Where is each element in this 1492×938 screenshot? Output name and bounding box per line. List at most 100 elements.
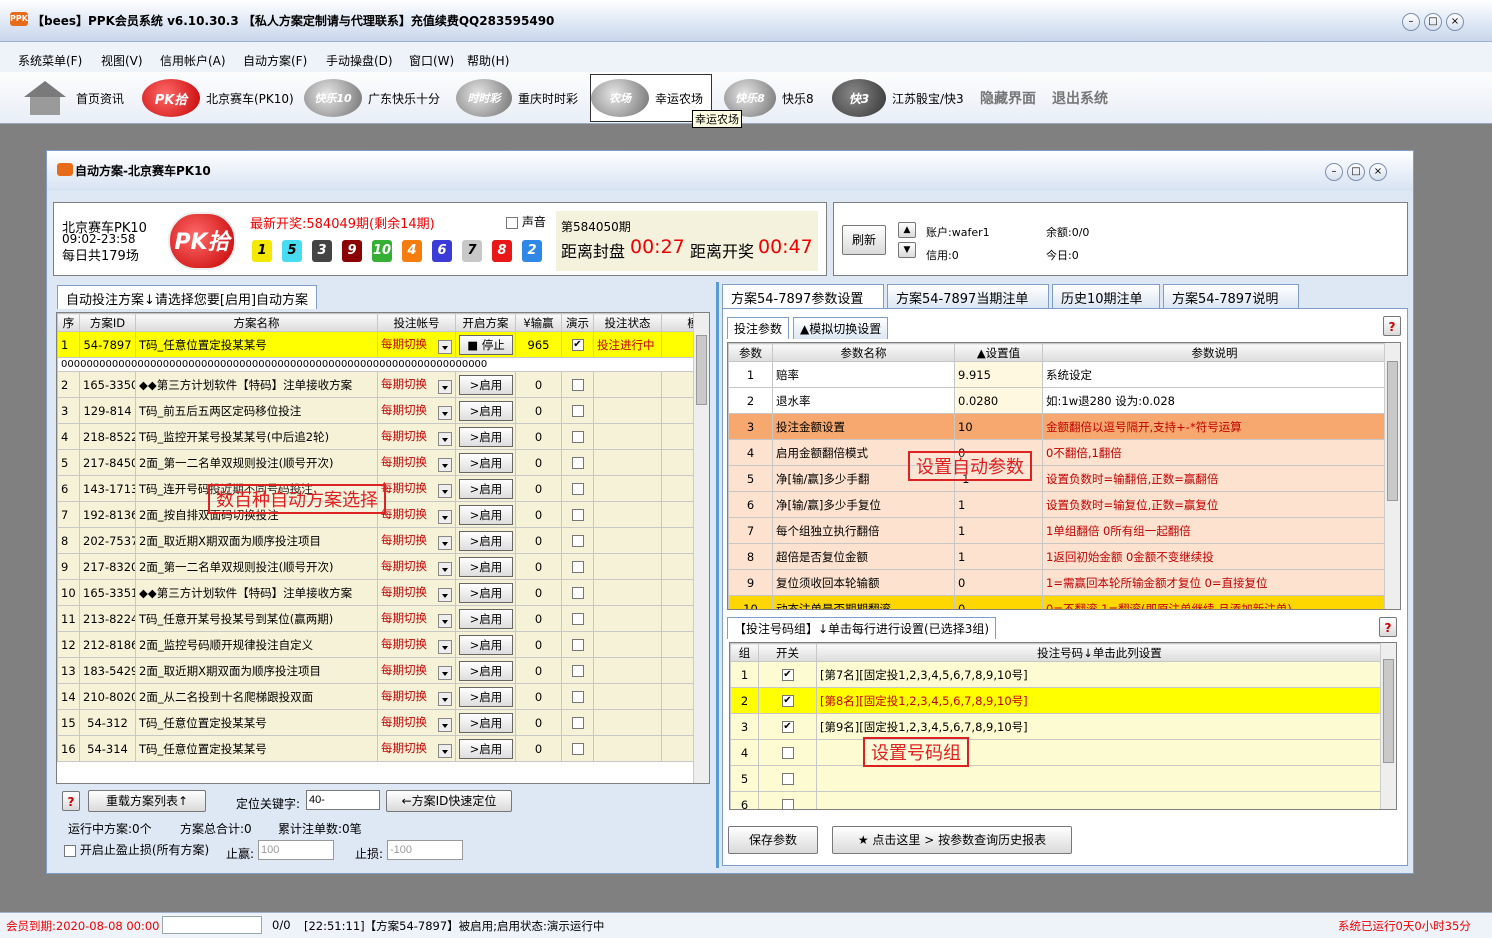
plan-demo-checkbox[interactable] — [561, 397, 594, 424]
table-row[interactable]: 1 ✔ [第7名][固定投1,2,3,4,5,6,7,8,9,10号] — [730, 661, 1383, 688]
enable-plan-button[interactable]: >启用 — [459, 452, 513, 473]
plan-account-select[interactable]: 每期切换 — [377, 423, 456, 450]
table-row[interactable]: 13 183-5429 2面_取近期X期双面为顺序投注项目 每期切换 >启用 0 — [57, 657, 709, 684]
child-minimize-icon[interactable]: – — [1325, 163, 1343, 181]
param-value[interactable]: 1 — [954, 543, 1043, 570]
reload-plans-button[interactable]: 重载方案列表↑ — [88, 790, 206, 812]
stop-loss-checkbox[interactable]: 开启止盈止损(所有方案) — [64, 841, 209, 858]
toolbar-home[interactable]: 首页资讯 — [20, 74, 124, 122]
table-row[interactable]: 8 202-7537 2面_取近期X期双面为顺序投注项目 每期切换 >启用 0 — [57, 527, 709, 554]
plan-account-select[interactable]: 每期切换 — [377, 631, 456, 658]
checkbox-icon[interactable] — [781, 747, 794, 759]
checkbox-icon[interactable] — [571, 379, 584, 391]
plan-header[interactable]: 序 — [57, 313, 80, 332]
plan-demo-checkbox[interactable] — [561, 683, 594, 710]
enable-plan-button[interactable]: >启用 — [459, 738, 513, 759]
group-header[interactable]: 投注号码↓单击此列设置 — [816, 643, 1383, 662]
plan-header[interactable]: 演示 — [561, 313, 594, 332]
close-icon[interactable]: × — [1446, 13, 1464, 31]
splitter[interactable] — [716, 282, 719, 868]
minimize-icon[interactable]: – — [1402, 13, 1420, 31]
checkbox-icon[interactable] — [571, 691, 584, 703]
plan-account-select[interactable]: 每期切换 — [377, 449, 456, 476]
param-header[interactable]: 参数 — [728, 343, 773, 362]
plan-demo-checkbox[interactable] — [561, 631, 594, 658]
chevron-down-icon[interactable] — [438, 613, 452, 628]
table-row[interactable]: 3 投注金额设置 10 金额翻倍以逗号隔开,支持+-*符号运算 — [728, 413, 1387, 440]
chevron-down-icon[interactable] — [438, 457, 452, 472]
table-row[interactable]: 4 — [730, 739, 1383, 766]
win-limit-input[interactable] — [258, 840, 334, 860]
table-row[interactable]: 12 212-8186 2面_监控号码顺开规律投注自定义 每期切换 >启用 0 — [57, 631, 709, 658]
enable-plan-button[interactable]: >启用 — [459, 634, 513, 655]
group-header[interactable]: 开关 — [758, 643, 817, 662]
param-value[interactable]: 10 — [954, 413, 1043, 440]
plan-demo-checkbox[interactable] — [561, 605, 594, 632]
param-header[interactable]: ▲设置值 — [954, 343, 1043, 362]
chevron-down-icon[interactable] — [438, 717, 452, 732]
tab-current-bets[interactable]: 方案54-7897当期注单 — [887, 284, 1049, 308]
plan-account-select[interactable]: 每期切换 — [377, 475, 456, 502]
group-switch[interactable]: ✔ — [758, 661, 817, 688]
checkbox-icon[interactable] — [781, 799, 794, 809]
menu-system[interactable]: 系统菜单(F) — [18, 52, 82, 69]
table-row[interactable]: 4 218-8522 T码_监控开某号投某某号(中后追2轮) 每期切换 >启用 0 — [57, 423, 709, 450]
stop-plan-button[interactable]: ■ 停止 — [459, 334, 513, 355]
group-header[interactable]: 组 — [730, 643, 759, 662]
locate-input[interactable] — [306, 790, 380, 810]
tab-number-groups[interactable]: 【投注号码组】↓单击每行进行设置(已选择3组) — [727, 617, 997, 639]
plan-demo-checkbox[interactable] — [561, 371, 594, 398]
param-value[interactable]: 0 — [954, 569, 1043, 596]
param-value[interactable]: 1 — [954, 517, 1043, 544]
enable-plan-button[interactable]: >启用 — [459, 608, 513, 629]
groups-help-button[interactable]: ? — [1379, 617, 1397, 637]
plan-demo-checkbox[interactable] — [561, 553, 594, 580]
table-row[interactable]: 2 退水率 0.0280 如:1w退280 设为:0.028 — [728, 387, 1387, 414]
chevron-down-icon[interactable] — [438, 665, 452, 680]
checkbox-icon[interactable]: ✔ — [781, 669, 794, 681]
table-row[interactable]: 7 每个组独立执行翻倍 1 1单组翻倍 0所有组一起翻倍 — [728, 517, 1387, 544]
chevron-down-icon[interactable] — [438, 587, 452, 602]
enable-plan-button[interactable]: >启用 — [459, 504, 513, 525]
group-codes[interactable] — [816, 791, 1383, 809]
table-row[interactable]: 5 净[输/赢]多少手翻 -1 设置负数时=输翻倍,正数=赢翻倍 — [728, 465, 1387, 492]
checkbox-icon[interactable]: ✔ — [571, 339, 584, 351]
plan-demo-checkbox[interactable] — [561, 449, 594, 476]
checkbox-icon[interactable] — [571, 613, 584, 625]
group-codes[interactable] — [816, 765, 1383, 792]
param-header[interactable]: 参数说明 — [1042, 343, 1387, 362]
table-row[interactable]: 11 213-8224 T码_任意开某号投某号到某位(赢两期) 每期切换 >启用 0 — [57, 605, 709, 632]
group-switch[interactable]: ✔ — [758, 687, 817, 714]
plan-demo-checkbox[interactable] — [561, 579, 594, 606]
plan-scrollbar[interactable] — [693, 313, 709, 783]
table-row[interactable]: 1 54-7897 T码_任意位置定投某某号 每期切换 ■ 停止 965 ✔ 投注进行中 — [57, 331, 709, 358]
menu-help[interactable]: 帮助(H) — [467, 52, 509, 69]
plan-account-select[interactable]: 每期切换 — [377, 683, 456, 710]
enable-plan-button[interactable]: >启用 — [459, 582, 513, 603]
checkbox-icon[interactable] — [781, 773, 794, 785]
checkbox-icon[interactable] — [571, 509, 584, 521]
plan-demo-checkbox[interactable]: ✔ — [561, 331, 594, 358]
enable-plan-button[interactable]: >启用 — [459, 660, 513, 681]
history-report-button[interactable]: ★ 点击这里 > 按参数查询历史报表 — [832, 826, 1072, 854]
enable-plan-button[interactable]: >启用 — [459, 374, 513, 395]
maximize-icon[interactable]: □ — [1424, 13, 1442, 31]
param-value[interactable]: 9.915 — [954, 361, 1043, 388]
exit-button[interactable]: 退出系统 — [1052, 74, 1108, 122]
plan-account-select[interactable]: 每期切换 — [377, 709, 456, 736]
quick-locate-button[interactable]: ←方案ID快速定位 — [386, 790, 512, 812]
tab-params[interactable]: 方案54-7897参数设置 — [722, 284, 884, 308]
plan-account-select[interactable]: 每期切换 — [377, 501, 456, 528]
plan-account-select[interactable]: 每期切换 — [377, 527, 456, 554]
subtab-simulation[interactable]: ▲模拟切换设置 — [793, 317, 889, 339]
table-row[interactable]: 8 超倍是否复位金额 1 1返回初始金额 0金额不变继续投 — [728, 543, 1387, 570]
toolbar-cq[interactable]: 时时彩 重庆时时彩 — [456, 74, 578, 122]
chevron-down-icon[interactable] — [438, 483, 452, 498]
chevron-down-icon[interactable] — [438, 561, 452, 576]
enable-plan-button[interactable]: >启用 — [459, 556, 513, 577]
plan-header[interactable]: 投注状态 — [593, 313, 662, 332]
table-row[interactable]: 5 — [730, 765, 1383, 792]
params-scrollbar[interactable] — [1384, 343, 1400, 609]
tab-history[interactable]: 历史10期注单 — [1052, 284, 1160, 308]
chevron-down-icon[interactable] — [438, 743, 452, 758]
